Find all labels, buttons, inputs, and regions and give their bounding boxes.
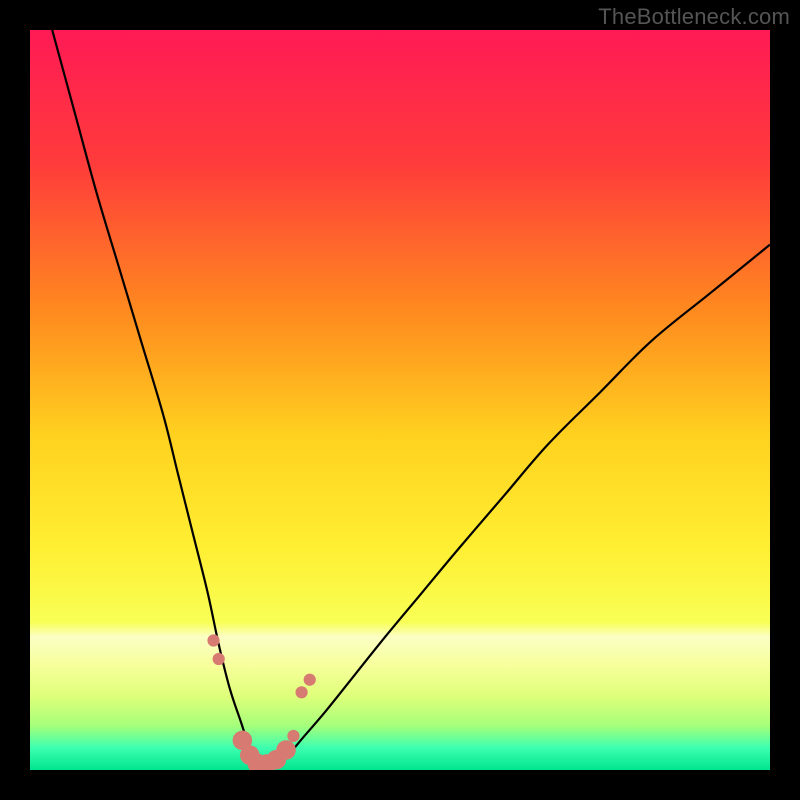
curve-marker <box>213 653 225 665</box>
plot-background <box>30 30 770 770</box>
curve-marker <box>207 634 219 646</box>
curve-marker <box>304 674 316 686</box>
curve-marker <box>295 686 307 698</box>
curve-marker <box>276 740 296 760</box>
watermark-text: TheBottleneck.com <box>598 4 790 30</box>
plot-svg <box>30 30 770 770</box>
chart-frame: TheBottleneck.com <box>0 0 800 800</box>
plot-area <box>30 30 770 770</box>
curve-marker <box>287 730 299 742</box>
